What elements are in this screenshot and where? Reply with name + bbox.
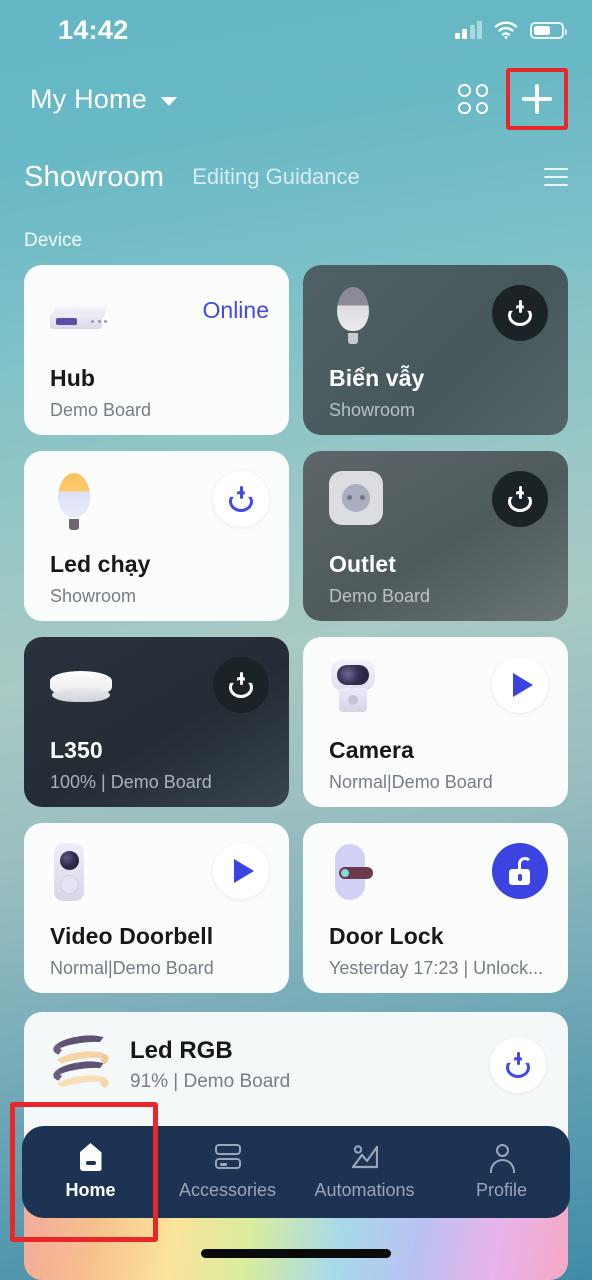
- card-top-row: [329, 843, 548, 921]
- header-actions: [458, 68, 568, 130]
- nav-label: Home: [65, 1180, 116, 1200]
- device-subtitle: Showroom: [50, 586, 137, 606]
- device-subtitle: Yesterday 17:23 | Unlock...: [329, 958, 544, 978]
- bulb-on-icon: [50, 471, 98, 533]
- door-lock-icon: [329, 843, 375, 903]
- card-top-row: [50, 471, 269, 549]
- device-subtitle: 91% | Demo Board: [130, 1071, 291, 1092]
- device-name: Outlet: [329, 551, 397, 577]
- room-tab-bar: Showroom Editing Guidance: [0, 150, 592, 204]
- device-card-camera[interactable]: Camera Normal|Demo Board: [303, 637, 568, 807]
- home-header: My Home: [0, 66, 592, 132]
- power-toggle-button[interactable]: [492, 471, 548, 527]
- device-name: Biển vẫy: [329, 365, 425, 391]
- device-card-video-doorbell[interactable]: Video Doorbell Normal|Demo Board: [24, 823, 289, 993]
- accessories-icon: [213, 1143, 243, 1171]
- automations-icon: [350, 1143, 380, 1171]
- card-top-row: [50, 843, 269, 921]
- chevron-down-icon: [160, 96, 177, 106]
- bottom-navigation: Home Accessories Automations Profile: [22, 1126, 570, 1218]
- power-toggle-button[interactable]: [490, 1037, 546, 1093]
- home-name-label: My Home: [30, 83, 147, 114]
- tab-editing-guidance[interactable]: Editing Guidance: [192, 164, 360, 190]
- device-grid: Online Hub Demo Board Biển vẫy Showroom: [24, 265, 568, 993]
- outlet-icon: [329, 471, 383, 525]
- play-stream-button[interactable]: [492, 657, 548, 713]
- device-subtitle: Normal|Demo Board: [329, 772, 493, 792]
- nav-item-automations[interactable]: Automations: [296, 1143, 433, 1201]
- power-toggle-button[interactable]: [213, 471, 269, 527]
- power-toggle-button[interactable]: [492, 285, 548, 341]
- grid-view-icon[interactable]: [458, 84, 488, 114]
- status-badge-online: Online: [202, 297, 269, 323]
- device-card-l350[interactable]: L350 100% | Demo Board: [24, 637, 289, 807]
- device-subtitle: Normal|Demo Board: [50, 958, 214, 978]
- cellular-signal-icon: [454, 21, 482, 39]
- device-card-outlet[interactable]: Outlet Demo Board: [303, 451, 568, 621]
- power-toggle-button[interactable]: [213, 657, 269, 713]
- bulb-off-icon: [329, 285, 377, 347]
- device-name: Camera: [329, 737, 414, 763]
- unlock-icon: [507, 857, 533, 885]
- unlock-button[interactable]: [492, 843, 548, 899]
- hub-icon: [50, 297, 112, 341]
- power-icon: [506, 1052, 530, 1078]
- doorbell-icon: [50, 843, 90, 903]
- tab-showroom[interactable]: Showroom: [24, 161, 164, 194]
- device-name: Door Lock: [329, 923, 444, 949]
- plus-icon: [522, 84, 552, 114]
- device-card-door-lock[interactable]: Door Lock Yesterday 17:23 | Unlock...: [303, 823, 568, 993]
- device-subtitle: Demo Board: [329, 586, 431, 606]
- led-strip-icon: [50, 1032, 112, 1100]
- play-stream-button[interactable]: [213, 843, 269, 899]
- hamburger-menu-icon[interactable]: [544, 168, 568, 186]
- power-icon: [508, 300, 532, 326]
- power-icon: [229, 672, 253, 698]
- home-selector[interactable]: My Home: [30, 84, 177, 115]
- nav-label: Profile: [475, 1180, 528, 1200]
- power-icon: [508, 486, 532, 512]
- section-title-device: Device: [24, 230, 83, 251]
- home-icon: [76, 1143, 106, 1171]
- nav-label: Automations: [314, 1180, 415, 1200]
- device-name: Led chạy: [50, 551, 151, 577]
- card-top-row: Led RGB 91% | Demo Board: [50, 1032, 546, 1100]
- nav-item-profile[interactable]: Profile: [433, 1143, 570, 1201]
- play-icon: [513, 673, 533, 697]
- play-icon: [234, 859, 254, 883]
- status-bar: 14:42: [0, 0, 592, 60]
- status-clock: 14:42: [58, 14, 129, 45]
- nav-label: Accessories: [178, 1180, 277, 1200]
- add-device-button[interactable]: [506, 68, 568, 130]
- power-icon: [229, 486, 253, 512]
- camera-icon: [329, 657, 377, 715]
- card-top-row: [329, 657, 548, 735]
- card-top-row: Online: [50, 285, 269, 363]
- home-indicator: [201, 1249, 391, 1258]
- battery-icon: [530, 21, 567, 39]
- nav-item-accessories[interactable]: Accessories: [159, 1143, 296, 1201]
- device-card-hub[interactable]: Online Hub Demo Board: [24, 265, 289, 435]
- device-name: Led RGB: [130, 1037, 233, 1064]
- wifi-icon: [494, 21, 518, 39]
- device-name: Hub: [50, 365, 96, 391]
- device-subtitle: 100% | Demo Board: [50, 772, 212, 792]
- rgb-text-block: Led RGB 91% | Demo Board: [130, 1037, 472, 1093]
- device-subtitle: Demo Board: [50, 400, 152, 420]
- card-top-row: [329, 285, 548, 363]
- nav-item-home[interactable]: Home: [22, 1143, 159, 1201]
- card-top-row: [329, 471, 548, 549]
- device-card-led-chay[interactable]: Led chạy Showroom: [24, 451, 289, 621]
- card-top-row: [50, 657, 269, 735]
- profile-icon: [487, 1143, 517, 1173]
- device-card-bien-vay[interactable]: Biển vẫy Showroom: [303, 265, 568, 435]
- device-name: Video Doorbell: [50, 923, 214, 949]
- ceiling-light-icon: [50, 671, 114, 709]
- device-subtitle: Showroom: [329, 400, 416, 420]
- device-name: L350: [50, 737, 103, 763]
- status-indicators: [454, 21, 567, 39]
- app-root: 14:42 My Home Showroom Editing Guidance …: [0, 0, 592, 1280]
